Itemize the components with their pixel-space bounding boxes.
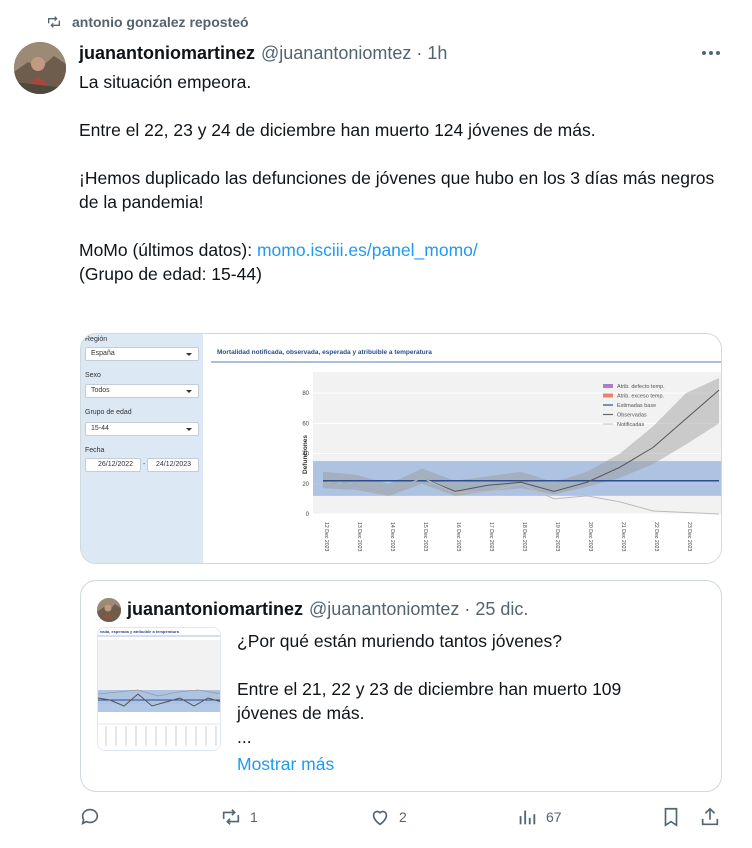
grupo-label: Grupo de edad (85, 409, 132, 416)
bookmark-icon (664, 807, 678, 827)
fecha-label: Fecha (85, 447, 105, 454)
tweet: juanantoniomartinez @juanantoniomtez · 1… (79, 40, 729, 286)
tweet-line: (Grupo de edad: 15-44) (79, 264, 262, 284)
x-tick-label: 21 Dec 2023 (620, 522, 626, 552)
show-more-link[interactable]: Mostrar más (237, 754, 334, 775)
quoted-tweet[interactable]: juanantoniomartinez @juanantoniomtez · 2… (80, 580, 722, 792)
quote-author-handle: @juanantoniomtez · 25 dic. (309, 599, 529, 619)
x-tick-label: 15 Dec 2023 (422, 522, 428, 552)
quote-line: ... (237, 727, 252, 747)
y-tick-label: 60 (302, 421, 309, 427)
mortality-chart: Mortalidad notificada, observada, espera… (211, 349, 722, 552)
legend-label: Notificadas (617, 422, 644, 428)
legend-label: Estimadas base (617, 403, 656, 409)
views-icon (519, 810, 536, 825)
tweet-text: La situación empeora. Entre el 22, 23 y … (79, 70, 729, 286)
fecha-from: 26/12/2022 (85, 458, 141, 472)
repost-icon (222, 809, 240, 825)
repost-indicator[interactable]: antonio gonzalez reposteó (46, 14, 249, 30)
views-button[interactable]: 67 (516, 806, 562, 828)
tweet-media-image[interactable]: Región España Sexo Todos Grupo de edad 1… (80, 333, 722, 564)
reply-icon (81, 808, 99, 825)
tweet-line: La situación empeora. (79, 72, 252, 92)
quote-thumb-title: vada, esperada y atribuible a temperatur… (100, 629, 180, 634)
tweet-line-momo: MoMo (últimos datos): momo.isciii.es/pan… (79, 238, 729, 262)
quote-thumbnail[interactable]: vada, esperada y atribuible a temperatur… (97, 627, 221, 751)
x-tick-label: 24 Dec 2023 (719, 522, 722, 552)
quote-text: ¿Por qué están muriendo tantos jóvenes? … (237, 629, 687, 749)
legend-label: Observadas (617, 413, 647, 419)
y-tick-label: 20 (302, 482, 309, 488)
action-bar: 1 2 67 (79, 806, 729, 834)
x-tick-label: 18 Dec 2023 (521, 522, 527, 552)
tweet-header: juanantoniomartinez @juanantoniomtez · 1… (79, 40, 729, 66)
quote-line: Entre el 21, 22 y 23 de diciembre han mu… (237, 679, 622, 699)
grupo-select: 15-44 (85, 422, 199, 436)
quote-header: juanantoniomartinez @juanantoniomtez · 2… (127, 599, 528, 620)
filter-panel: Región España Sexo Todos Grupo de edad 1… (81, 334, 203, 563)
more-options-icon[interactable] (699, 44, 723, 62)
chart-title: Mortalidad notificada, observada, espera… (217, 349, 432, 356)
x-tick-label: 22 Dec 2023 (653, 522, 659, 552)
region-select: España (85, 347, 199, 361)
author-name[interactable]: juanantoniomartinez (79, 43, 255, 64)
share-button[interactable] (699, 806, 721, 828)
quote-author-name: juanantoniomartinez (127, 599, 304, 619)
repost-icon (48, 16, 60, 28)
x-tick-label: 17 Dec 2023 (488, 522, 494, 552)
region-label: Región (85, 336, 108, 343)
fecha-to: 24/12/2023 (147, 458, 199, 472)
legend-label: Atrib. defecto temp. (617, 384, 665, 390)
quote-line: jóvenes de más. (237, 703, 365, 723)
chart-area: Mortalidad notificada, observada, espera… (205, 334, 722, 563)
y-tick-label: 80 (302, 391, 309, 397)
tweet-line: ¡Hemos duplicado las defunciones de jóve… (79, 168, 715, 212)
reply-button[interactable] (79, 806, 109, 828)
quote-avatar[interactable] (97, 598, 121, 622)
quote-line: ¿Por qué están muriendo tantos jóvenes? (237, 631, 562, 651)
avatar[interactable] (14, 42, 66, 94)
repost-text: antonio gonzalez reposteó (72, 14, 249, 30)
share-icon (701, 807, 719, 826)
y-axis-label: Defunciones (302, 435, 309, 474)
repost-button[interactable]: 1 (220, 806, 258, 828)
legend-label: Atrib. exceso temp. (617, 394, 665, 400)
legend-swatch (603, 384, 613, 388)
x-tick-label: 14 Dec 2023 (389, 522, 395, 552)
x-tick-label: 19 Dec 2023 (554, 522, 560, 552)
x-tick-label: 23 Dec 2023 (686, 522, 692, 552)
repost-count: 1 (250, 809, 258, 825)
author-handle[interactable]: @juanantoniomtez · 1h (261, 43, 447, 64)
momo-label: MoMo (últimos datos): (79, 240, 257, 260)
momo-link[interactable]: momo.isciii.es/panel_momo/ (257, 240, 478, 260)
like-button[interactable]: 2 (369, 806, 407, 828)
x-tick-label: 20 Dec 2023 (587, 522, 593, 552)
like-count: 2 (399, 809, 407, 825)
views-count: 67 (546, 809, 562, 825)
sexo-label: Sexo (85, 372, 101, 379)
bookmark-button[interactable] (660, 806, 682, 828)
sexo-select: Todos (85, 384, 199, 398)
x-tick-label: 13 Dec 2023 (356, 522, 362, 552)
x-tick-label: 12 Dec 2023 (323, 522, 329, 552)
x-tick-label: 16 Dec 2023 (455, 522, 461, 552)
tweet-line: Entre el 22, 23 y 24 de diciembre han mu… (79, 120, 596, 140)
legend-swatch (603, 393, 613, 398)
y-tick-label: 0 (306, 512, 310, 518)
fecha-sep: - (143, 461, 146, 468)
heart-icon (372, 810, 388, 826)
